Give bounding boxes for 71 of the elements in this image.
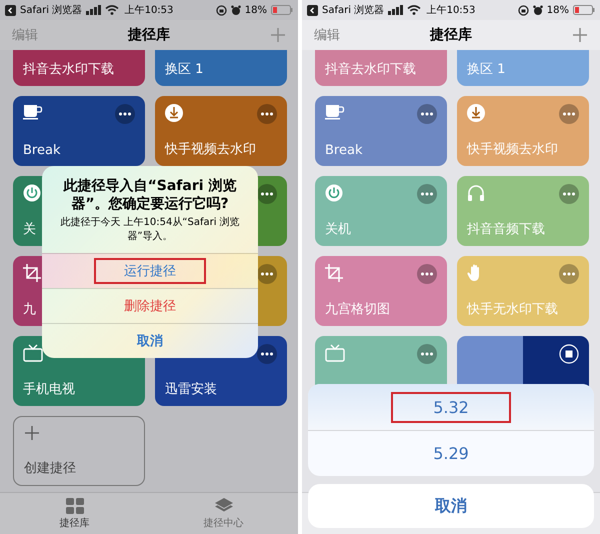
shortcut-card[interactable]: 快手视频去水印 — [457, 96, 589, 166]
shortcut-label: Break — [23, 143, 60, 158]
back-app-label[interactable]: Safari 浏览器 — [322, 3, 384, 17]
clock: 上午10:53 — [124, 4, 174, 17]
shortcut-label: 换区 1 — [467, 61, 506, 78]
orientation-lock-icon — [216, 4, 227, 16]
more-icon[interactable] — [115, 104, 135, 124]
shortcut-card[interactable]: 换区 1 — [457, 50, 589, 86]
shortcut-card[interactable]: 抖音去水印下载 — [13, 50, 145, 86]
plus-icon — [24, 425, 40, 441]
nav-title: 捷径库 — [128, 26, 170, 44]
back-app-label[interactable]: Safari 浏览器 — [20, 3, 82, 17]
wifi-icon — [105, 5, 120, 15]
version-option[interactable]: 5.29 — [308, 430, 594, 476]
shortcut-label: 迅雷安装 — [165, 381, 217, 398]
create-shortcut-label: 创建捷径 — [24, 460, 76, 477]
edit-button[interactable]: 编辑 — [12, 26, 38, 44]
shortcut-label: 关机 — [325, 221, 351, 238]
clock: 上午10:53 — [426, 4, 476, 17]
shortcut-label: 抖音去水印下载 — [23, 61, 114, 78]
edit-button[interactable]: 编辑 — [314, 26, 340, 44]
shortcut-label: 快手无水印下载 — [467, 301, 558, 318]
back-icon[interactable] — [5, 4, 16, 16]
alert-action-button[interactable]: 删除捷径 — [42, 288, 258, 323]
back-icon[interactable] — [307, 4, 318, 16]
stop-icon[interactable] — [559, 344, 579, 364]
shortcut-label: 九 — [23, 301, 36, 318]
shortcut-label: 抖音音频下载 — [467, 221, 545, 238]
alarm-icon — [532, 4, 543, 16]
alert-action-button[interactable]: 运行捷径 — [42, 253, 258, 288]
shortcut-label: 关 — [23, 221, 36, 238]
battery-percent: 18% — [244, 4, 267, 16]
shortcut-card[interactable]: 换区 1 — [155, 50, 287, 86]
shortcut-label: 快手视频去水印 — [467, 141, 558, 158]
shortcut-card[interactable]: 快手视频去水印 — [155, 96, 287, 166]
tab-bar-item[interactable]: 捷径中心 — [149, 493, 298, 534]
alarm-icon — [230, 4, 241, 16]
shortcut-label: Break — [325, 143, 362, 158]
orientation-lock-icon — [518, 4, 529, 16]
alert-message: 此捷径于今天 上午10:54从“Safari 浏览器”导入。 — [59, 216, 241, 243]
shortcut-card[interactable]: 关机 — [315, 176, 447, 246]
grid-icon — [66, 498, 84, 514]
more-icon[interactable] — [417, 104, 437, 124]
add-icon[interactable] — [572, 27, 588, 43]
alert-action-button[interactable]: 取消 — [42, 323, 258, 358]
shortcut-label: 九宫格切图 — [325, 301, 390, 318]
shortcut-card[interactable]: 九宫格切图 — [315, 256, 447, 326]
battery-icon — [271, 5, 293, 15]
shortcut-card[interactable]: Break — [315, 96, 447, 166]
layers-icon — [214, 498, 232, 514]
battery-percent: 18% — [546, 4, 569, 16]
shortcut-label: 换区 1 — [165, 61, 204, 78]
version-option[interactable]: 5.32 — [308, 384, 594, 430]
alert-title: 此捷径导入自“Safari 浏览器”。您确定要运行它吗? — [62, 178, 238, 213]
signal-icon — [388, 5, 404, 15]
shortcut-label: 手机电视 — [23, 381, 75, 398]
create-shortcut-card[interactable]: 创建捷径 — [13, 416, 145, 486]
nav-title: 捷径库 — [430, 26, 472, 44]
shortcut-card[interactable]: Break — [13, 96, 145, 166]
shortcut-card[interactable]: 抖音去水印下载 — [315, 50, 447, 86]
battery-icon — [573, 5, 595, 15]
cancel-button[interactable]: 取消 — [308, 484, 594, 528]
wifi-icon — [407, 5, 422, 15]
signal-icon — [86, 5, 102, 15]
tab-bar-item[interactable]: 捷径库 — [0, 493, 149, 534]
shortcut-card[interactable]: 抖音音频下载 — [457, 176, 589, 246]
shortcut-label: 抖音去水印下载 — [325, 61, 416, 78]
more-icon[interactable] — [257, 184, 277, 204]
shortcut-label: 快手视频去水印 — [165, 141, 256, 158]
more-icon[interactable] — [257, 104, 277, 124]
more-icon[interactable] — [257, 344, 277, 364]
